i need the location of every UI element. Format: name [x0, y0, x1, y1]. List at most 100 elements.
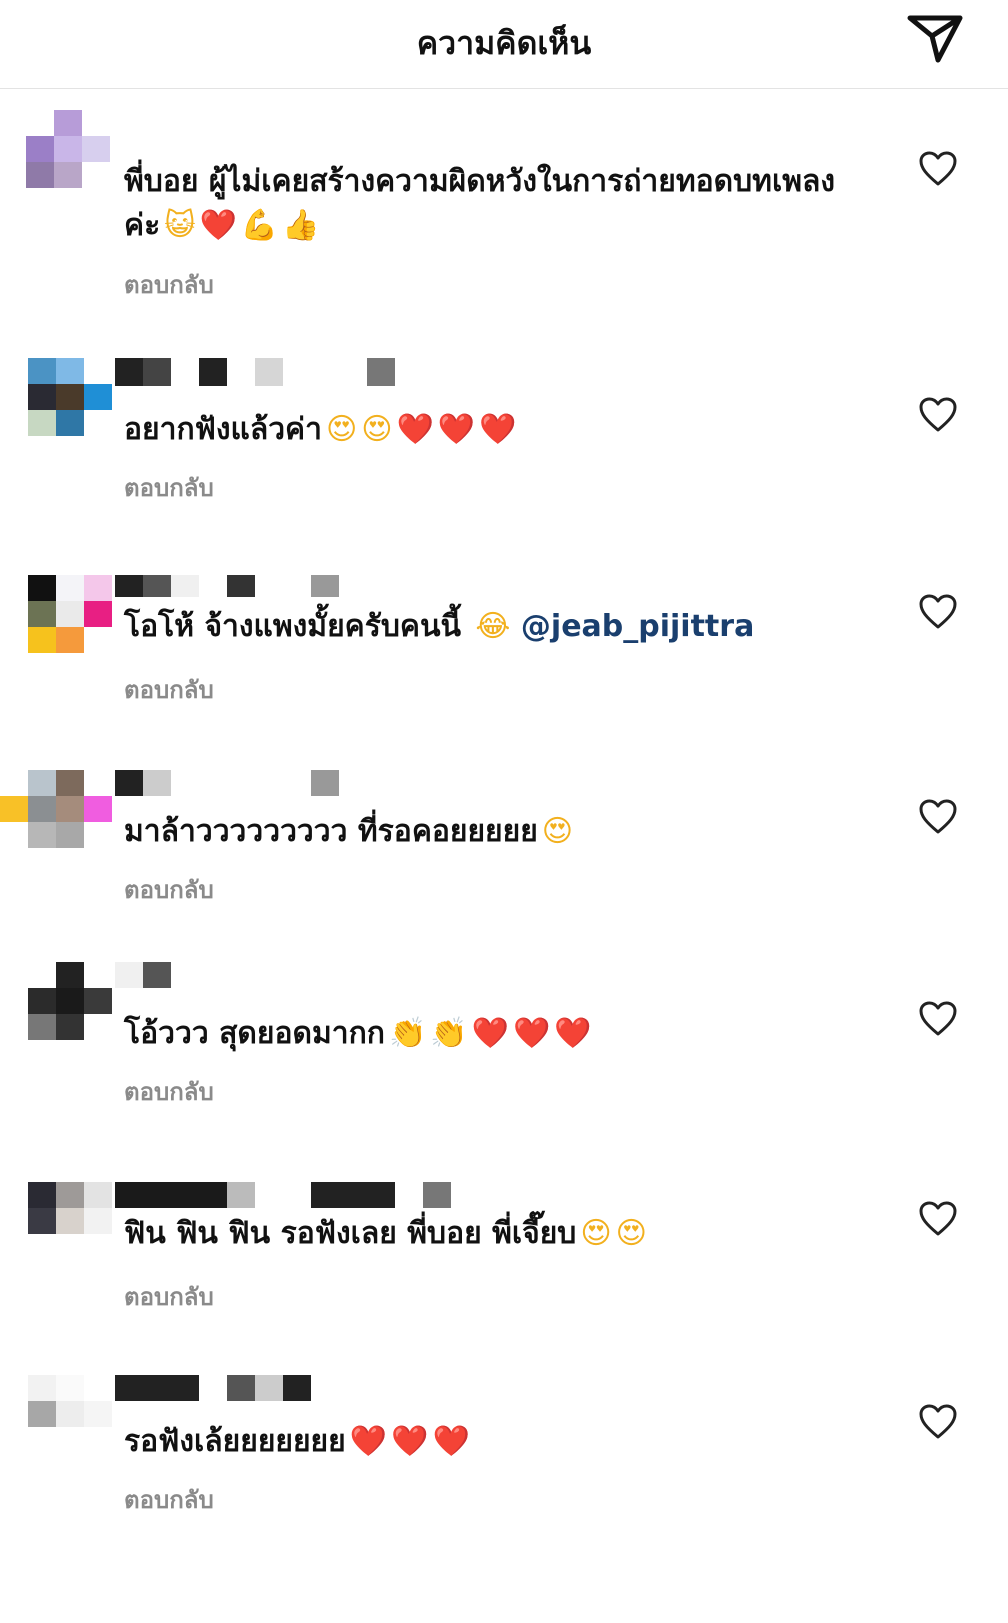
- avatar-pixel: [28, 1208, 56, 1234]
- avatar-pixel: [56, 962, 84, 988]
- like-heart-icon[interactable]: [918, 1200, 958, 1238]
- like-heart-icon[interactable]: [918, 1000, 958, 1038]
- comment-item: พี่บอย ผู้ไม่เคยสร้างความผิดหวังในการถ่า…: [0, 110, 1008, 310]
- avatar-pixel: [56, 1182, 84, 1208]
- avatar-pixel: [56, 1208, 84, 1234]
- avatar-pixel: [28, 770, 56, 796]
- emoji: 👏: [388, 1016, 427, 1051]
- username-redacted[interactable]: [115, 358, 495, 386]
- page-title: ความคิดเห็น: [416, 24, 592, 62]
- avatar-pixel: [56, 384, 84, 410]
- avatar-pixel: [28, 822, 56, 848]
- comment-text: พี่บอย ผู้ไม่เคยสร้างความผิดหวังในการถ่า…: [124, 160, 864, 248]
- comment-body: ฟิน ฟิน ฟิน รอฟังเลย พี่บอย พี่เจี๊ยบ: [124, 1216, 577, 1251]
- username-pixel: [115, 1375, 199, 1401]
- username-pixel: [199, 358, 227, 386]
- avatar[interactable]: [20, 1375, 120, 1465]
- emoji: 👏: [430, 1016, 468, 1051]
- send-icon[interactable]: [906, 12, 964, 64]
- emoji: ❤️: [479, 412, 517, 447]
- username-redacted[interactable]: [115, 1182, 495, 1210]
- emoji: ❤️: [349, 1424, 388, 1459]
- username-pixel: [227, 1182, 255, 1208]
- mention-link[interactable]: @jeab_pijittra: [510, 609, 754, 644]
- like-heart-icon[interactable]: [918, 1403, 958, 1441]
- username-redacted[interactable]: [115, 575, 495, 603]
- emoji: 😂: [464, 609, 511, 644]
- reply-button[interactable]: ตอบกลับ: [124, 1480, 214, 1519]
- avatar-pixel: [28, 1375, 56, 1401]
- emoji: ❤️: [432, 1424, 470, 1459]
- avatar-pixel: [84, 1401, 112, 1427]
- username-pixel: [143, 575, 171, 597]
- reply-button[interactable]: ตอบกลับ: [124, 1072, 214, 1111]
- emoji: 👍: [282, 208, 320, 243]
- avatar[interactable]: [20, 575, 120, 665]
- comment-text: โอ้ววว สุดยอดมากก 👏 👏 ❤️ ❤️ ❤️: [124, 1012, 864, 1056]
- avatar-pixel: [56, 601, 84, 627]
- avatar-pixel: [84, 601, 112, 627]
- username-pixel: [115, 962, 143, 988]
- avatar-pixel: [56, 1014, 84, 1040]
- avatar-pixel: [28, 384, 56, 410]
- username-pixel: [227, 1375, 255, 1401]
- username-pixel: [171, 575, 199, 597]
- avatar-pixel: [28, 1014, 56, 1040]
- emoji: ❤️: [396, 412, 434, 447]
- username-redacted[interactable]: [115, 110, 495, 138]
- comment-text: รอฟังเล้ยยยยยยย ❤️ ❤️ ❤️: [124, 1420, 864, 1464]
- avatar-pixel: [84, 796, 112, 822]
- username-pixel: [143, 962, 171, 988]
- reply-button[interactable]: ตอบกลับ: [124, 870, 214, 909]
- avatar-pixel: [54, 136, 82, 162]
- like-heart-icon[interactable]: [918, 798, 958, 836]
- comment-item: อยากฟังแล้วค่า 😍 😍 ❤️ ❤️ ❤️ ตอบกลับ: [0, 358, 1008, 558]
- emoji: 😍: [580, 1216, 612, 1251]
- avatar-pixel: [0, 796, 28, 822]
- avatar-pixel: [26, 136, 54, 162]
- emoji: ❤️: [513, 1016, 551, 1051]
- username-pixel: [115, 575, 143, 597]
- emoji: 😺: [164, 208, 196, 243]
- emoji: ❤️: [199, 208, 237, 243]
- avatar-pixel: [28, 796, 56, 822]
- username-pixel: [115, 770, 143, 796]
- comment-item: โอ้ววว สุดยอดมากก 👏 👏 ❤️ ❤️ ❤️ ตอบกลับ: [0, 962, 1008, 1162]
- header-bar: ความคิดเห็น: [0, 0, 1008, 89]
- comment-item: ฟิน ฟิน ฟิน รอฟังเลย พี่บอย พี่เจี๊ยบ 😍 😍 ต…: [0, 1182, 1008, 1382]
- username-redacted[interactable]: [115, 1375, 495, 1403]
- avatar[interactable]: [0, 770, 120, 860]
- avatar-pixel: [28, 1401, 56, 1427]
- avatar-pixel: [56, 358, 84, 384]
- avatar-pixel: [84, 988, 112, 1014]
- comment-text: ฟิน ฟิน ฟิน รอฟังเลย พี่บอย พี่เจี๊ยบ 😍 😍: [124, 1212, 864, 1256]
- avatar-pixel: [54, 162, 82, 188]
- reply-button[interactable]: ตอบกลับ: [124, 468, 214, 507]
- avatar-pixel: [28, 1182, 56, 1208]
- avatar-pixel: [28, 575, 56, 601]
- avatar-pixel: [54, 110, 82, 136]
- comment-item: โอโห้ จ้างแพงมั้ยครับคนนี้ 😂 @jeab_pijit…: [0, 575, 1008, 775]
- emoji: ❤️: [437, 412, 476, 447]
- emoji: 😍: [361, 412, 393, 447]
- like-heart-icon[interactable]: [918, 593, 958, 631]
- username-redacted[interactable]: [115, 962, 495, 990]
- avatar[interactable]: [20, 110, 120, 200]
- reply-button[interactable]: ตอบกลับ: [124, 265, 214, 304]
- reply-button[interactable]: ตอบกลับ: [124, 670, 214, 709]
- avatar[interactable]: [20, 358, 120, 448]
- comment-text: มาล้าววววววววว ที่รอคอยยยยย 😍: [124, 810, 864, 854]
- username-redacted[interactable]: [115, 770, 495, 798]
- avatar-pixel: [84, 384, 112, 410]
- like-heart-icon[interactable]: [918, 150, 958, 188]
- avatar[interactable]: [20, 962, 120, 1052]
- emoji: ❤️: [391, 1424, 429, 1459]
- emoji: 😍: [615, 1216, 647, 1251]
- avatar-pixel: [56, 988, 84, 1014]
- reply-button[interactable]: ตอบกลับ: [124, 1277, 214, 1316]
- username-pixel: [311, 575, 339, 597]
- avatar[interactable]: [20, 1182, 120, 1272]
- comment-body: รอฟังเล้ยยยยยยย: [124, 1424, 346, 1459]
- like-heart-icon[interactable]: [918, 396, 958, 434]
- comment-item: รอฟังเล้ยยยยยยย ❤️ ❤️ ❤️ ตอบกลับ: [0, 1375, 1008, 1575]
